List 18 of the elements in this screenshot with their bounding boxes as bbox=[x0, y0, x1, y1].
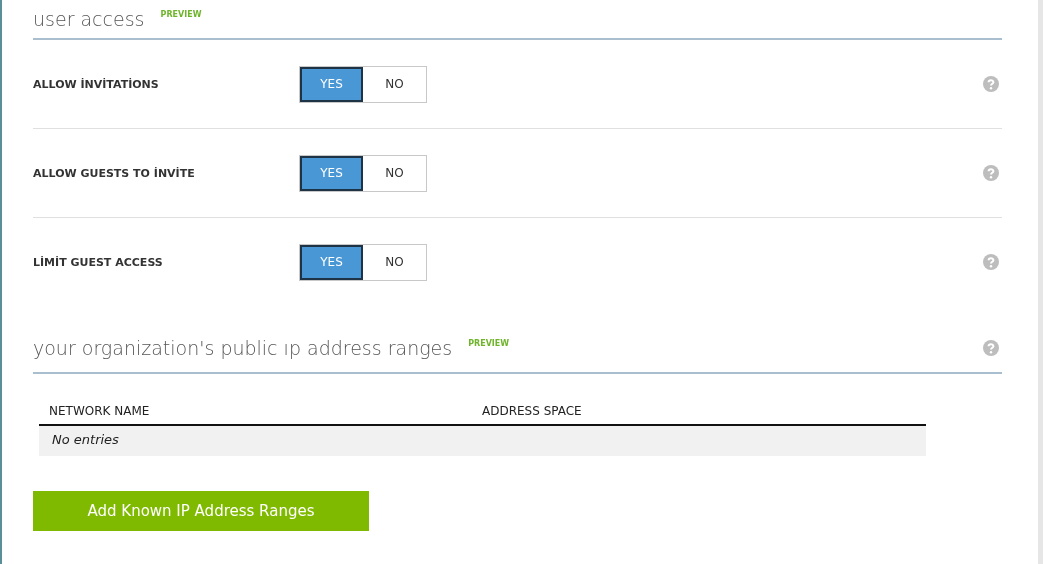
section-title: user access bbox=[33, 8, 145, 30]
preview-label: PREVIEW bbox=[468, 338, 510, 348]
toggle-option[interactable]: YES bbox=[300, 155, 363, 191]
toggle-option[interactable]: YES bbox=[300, 66, 363, 102]
help-icon[interactable] bbox=[983, 165, 999, 181]
column-header: NETWORK NAME bbox=[49, 404, 151, 418]
toggle-option[interactable]: YES bbox=[300, 244, 363, 280]
setting-label: LİMİT GUEST ACCESS bbox=[33, 255, 164, 269]
help-icon[interactable] bbox=[983, 254, 999, 270]
help-icon[interactable] bbox=[983, 76, 999, 92]
setting-label: ALLOW GUESTS TO İNVİTE bbox=[33, 166, 196, 180]
section-title: your organization's public ıp address ranges bbox=[33, 337, 453, 359]
help-icon[interactable] bbox=[983, 340, 999, 356]
column-header: ADDRESS SPACE bbox=[482, 404, 583, 418]
setting-label: ALLOW İNVİTATİONS bbox=[33, 77, 160, 91]
empty-row: No entries bbox=[39, 426, 926, 456]
add-ranges-button[interactable]: Add Known IP Address Ranges bbox=[33, 491, 369, 531]
preview-label: PREVIEW bbox=[160, 9, 202, 19]
